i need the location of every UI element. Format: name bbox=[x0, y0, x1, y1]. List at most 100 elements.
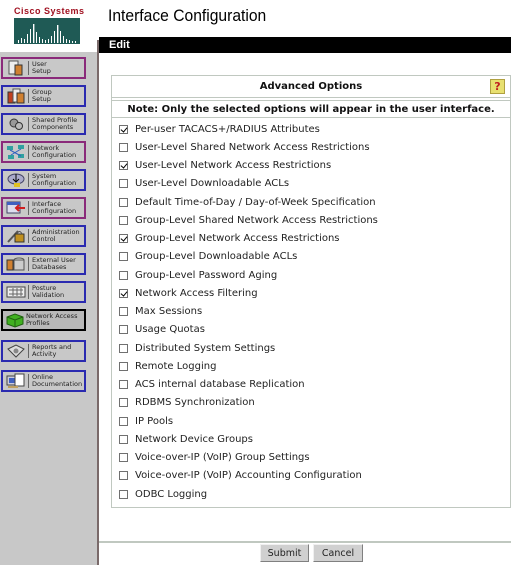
option-label[interactable]: Max Sessions bbox=[135, 306, 202, 317]
nav-administration-control[interactable]: Administration Control bbox=[1, 225, 86, 247]
nav-label: Network Access Profiles bbox=[26, 312, 78, 327]
option-checkbox[interactable] bbox=[119, 307, 128, 317]
option-checkbox[interactable] bbox=[119, 215, 128, 225]
option-label[interactable]: Voice-over-IP (VoIP) Accounting Configur… bbox=[135, 470, 362, 481]
nav-label: Administration Control bbox=[32, 228, 80, 243]
option-checkbox[interactable] bbox=[119, 434, 128, 444]
option-label[interactable]: Distributed System Settings bbox=[135, 343, 275, 354]
option-checkbox[interactable] bbox=[119, 361, 128, 371]
option-row: Voice-over-IP (VoIP) Accounting Configur… bbox=[112, 467, 510, 485]
nav-online-documentation[interactable]: Online Documentation bbox=[1, 370, 86, 392]
option-row: Per-user TACACS+/RADIUS Attributes bbox=[112, 120, 510, 138]
nav-label: Posture Validation bbox=[32, 284, 65, 299]
nav-label: Reports and Activity bbox=[32, 343, 72, 358]
option-label[interactable]: Voice-over-IP (VoIP) Group Settings bbox=[135, 452, 310, 463]
nav-network-access-profiles[interactable]: Network Access Profiles bbox=[1, 309, 86, 331]
help-icon[interactable]: ? bbox=[490, 79, 505, 94]
option-row: User-Level Downloadable ACLs bbox=[112, 175, 510, 193]
option-row: Usage Quotas bbox=[112, 321, 510, 339]
option-label[interactable]: Remote Logging bbox=[135, 361, 216, 372]
option-label[interactable]: User-Level Network Access Restrictions bbox=[135, 160, 331, 171]
option-row: Voice-over-IP (VoIP) Group Settings bbox=[112, 449, 510, 467]
option-checkbox[interactable] bbox=[119, 398, 128, 408]
option-checkbox[interactable] bbox=[119, 270, 128, 280]
cancel-button[interactable]: Cancel bbox=[313, 544, 363, 562]
option-label[interactable]: Group-Level Downloadable ACLs bbox=[135, 251, 297, 262]
nav-interface-configuration[interactable]: Interface Configuration bbox=[1, 197, 86, 219]
group-setup-icon bbox=[6, 88, 26, 104]
panel-title-text: Advanced Options bbox=[259, 81, 363, 92]
option-row: Group-Level Password Aging bbox=[112, 266, 510, 284]
documentation-icon bbox=[6, 373, 26, 389]
nav-label: Group Setup bbox=[32, 88, 52, 103]
option-row: Network Device Groups bbox=[112, 430, 510, 448]
option-row: ODBC Logging bbox=[112, 485, 510, 503]
option-checkbox[interactable] bbox=[119, 252, 128, 262]
option-checkbox[interactable] bbox=[119, 161, 128, 171]
option-label[interactable]: Network Device Groups bbox=[135, 434, 253, 445]
option-checkbox[interactable] bbox=[119, 471, 128, 481]
options-list: Per-user TACACS+/RADIUS Attributes User-L… bbox=[112, 120, 510, 503]
option-checkbox[interactable] bbox=[119, 343, 128, 353]
option-checkbox[interactable] bbox=[119, 179, 128, 189]
option-label[interactable]: Default Time-of-Day / Day-of-Week Specif… bbox=[135, 197, 376, 208]
option-checkbox[interactable] bbox=[119, 489, 128, 499]
nav-label: System Configuration bbox=[32, 172, 77, 187]
option-checkbox[interactable] bbox=[119, 416, 128, 426]
external-db-icon bbox=[6, 256, 26, 272]
nav-posture-validation[interactable]: Posture Validation bbox=[1, 281, 86, 303]
nav-user-setup[interactable]: User Setup bbox=[1, 57, 86, 79]
left-navigation: Cisco Systems User Setup Group Setup Sha… bbox=[0, 0, 97, 565]
option-label[interactable]: Network Access Filtering bbox=[135, 288, 258, 299]
option-label[interactable]: User-Level Downloadable ACLs bbox=[135, 178, 289, 189]
reports-icon bbox=[6, 343, 26, 359]
option-checkbox[interactable] bbox=[119, 325, 128, 335]
nav-shared-profile-components[interactable]: Shared Profile Components bbox=[1, 113, 86, 135]
option-checkbox[interactable] bbox=[119, 197, 128, 207]
frame-divider bbox=[97, 40, 99, 565]
brand-name: Cisco Systems bbox=[14, 6, 85, 16]
option-label[interactable]: Per-user TACACS+/RADIUS Attributes bbox=[135, 124, 320, 135]
nav-label: Shared Profile Components bbox=[32, 116, 78, 131]
panel-title: Advanced Options ? bbox=[112, 76, 510, 98]
nav-external-user-databases[interactable]: External User Databases bbox=[1, 253, 86, 275]
option-row: Default Time-of-Day / Day-of-Week Specif… bbox=[112, 193, 510, 211]
nav-system-configuration[interactable]: System Configuration bbox=[1, 169, 86, 191]
option-label[interactable]: Group-Level Shared Network Access Restri… bbox=[135, 215, 378, 226]
section-header: Edit bbox=[99, 37, 511, 53]
option-label[interactable]: Group-Level Network Access Restrictions bbox=[135, 233, 340, 244]
option-checkbox[interactable] bbox=[119, 142, 128, 152]
nav-label: External User Databases bbox=[32, 256, 76, 271]
page-title: Interface Configuration bbox=[108, 6, 267, 25]
option-label[interactable]: RDBMS Synchronization bbox=[135, 397, 255, 408]
option-checkbox[interactable] bbox=[119, 453, 128, 463]
interface-config-icon bbox=[6, 200, 26, 216]
nav-reports-and-activity[interactable]: Reports and Activity bbox=[1, 340, 86, 362]
posture-validation-icon bbox=[6, 284, 26, 300]
nav-network-configuration[interactable]: Network Configuration bbox=[1, 141, 86, 163]
nav-label: Interface Configuration bbox=[32, 200, 77, 215]
button-bar-divider bbox=[99, 541, 511, 543]
option-label[interactable]: Usage Quotas bbox=[135, 324, 205, 335]
option-row: Group-Level Downloadable ACLs bbox=[112, 248, 510, 266]
option-row: Group-Level Shared Network Access Restri… bbox=[112, 211, 510, 229]
user-setup-icon bbox=[6, 60, 26, 76]
option-checkbox[interactable] bbox=[119, 124, 128, 134]
option-label[interactable]: ACS internal database Replication bbox=[135, 379, 305, 390]
option-label[interactable]: IP Pools bbox=[135, 416, 173, 427]
submit-button[interactable]: Submit bbox=[260, 544, 309, 562]
option-row: Network Access Filtering bbox=[112, 284, 510, 302]
option-row: Distributed System Settings bbox=[112, 339, 510, 357]
option-row: Max Sessions bbox=[112, 303, 510, 321]
option-checkbox[interactable] bbox=[119, 288, 128, 298]
option-row: IP Pools bbox=[112, 412, 510, 430]
option-checkbox[interactable] bbox=[119, 380, 128, 390]
network-access-profiles-icon bbox=[6, 312, 26, 328]
option-label[interactable]: User-Level Shared Network Access Restric… bbox=[135, 142, 370, 153]
option-checkbox[interactable] bbox=[119, 234, 128, 244]
admin-control-icon bbox=[6, 228, 26, 244]
option-label[interactable]: ODBC Logging bbox=[135, 489, 207, 500]
nav-group-setup[interactable]: Group Setup bbox=[1, 85, 86, 107]
option-label[interactable]: Group-Level Password Aging bbox=[135, 270, 277, 281]
nav-label: Online Documentation bbox=[32, 373, 83, 388]
